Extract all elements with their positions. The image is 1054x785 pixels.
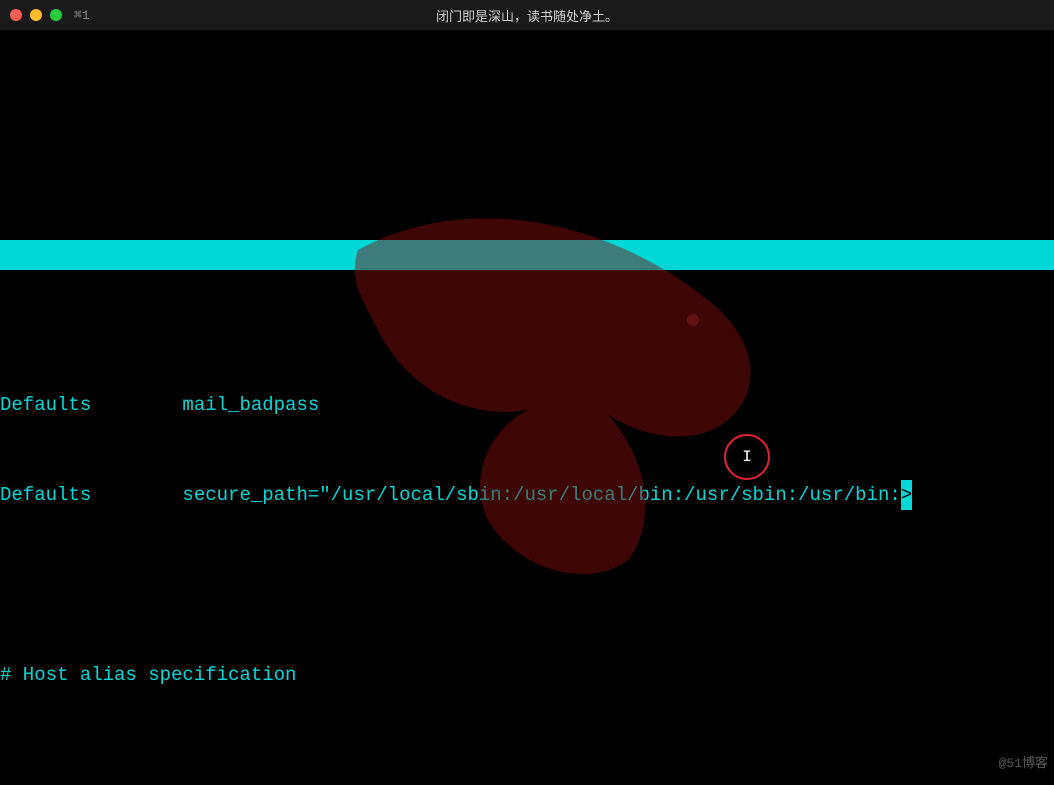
nano-title-bar: GNU nano 4.8 /etc/sudoers xyxy=(0,240,1054,270)
watermark: @51博客 xyxy=(999,749,1048,779)
line-continuation-icon: > xyxy=(901,480,912,510)
minimize-icon[interactable] xyxy=(30,9,42,21)
zoom-icon[interactable] xyxy=(50,9,62,21)
terminal-window: ⌘1 闭门即是深山，读书随处净土。 GNU nano 4.8 /etc/sudo… xyxy=(0,0,1054,785)
nano-shortcut-bar: ^G Get Help ^O Write Out ^W Where Is ^K … xyxy=(0,725,1054,785)
close-icon[interactable] xyxy=(10,9,22,21)
terminal-body[interactable]: GNU nano 4.8 /etc/sudoers Defaults mail_… xyxy=(0,30,1054,785)
tab-label[interactable]: ⌘1 xyxy=(74,8,90,23)
editor-text: Defaults secure_path="/usr/local/sbin:/u… xyxy=(0,484,901,506)
text-cursor-icon: I xyxy=(724,434,770,480)
editor-line[interactable]: Defaults mail_badpass xyxy=(0,390,1054,420)
window-title: 闭门即是深山，读书随处净土。 xyxy=(0,6,1054,25)
editor-comment[interactable]: # Host alias specification xyxy=(0,660,1054,690)
traffic-lights xyxy=(10,9,62,21)
nano-app-name: GNU nano 4.8 xyxy=(68,270,490,300)
editor-line[interactable] xyxy=(0,570,1054,600)
editor-line[interactable]: Defaults secure_path="/usr/local/sbin:/u… xyxy=(0,480,1054,510)
nano-file-name: /etc/sudoers xyxy=(68,300,384,330)
mac-titlebar: ⌘1 闭门即是深山，读书随处净土。 xyxy=(0,0,1054,30)
